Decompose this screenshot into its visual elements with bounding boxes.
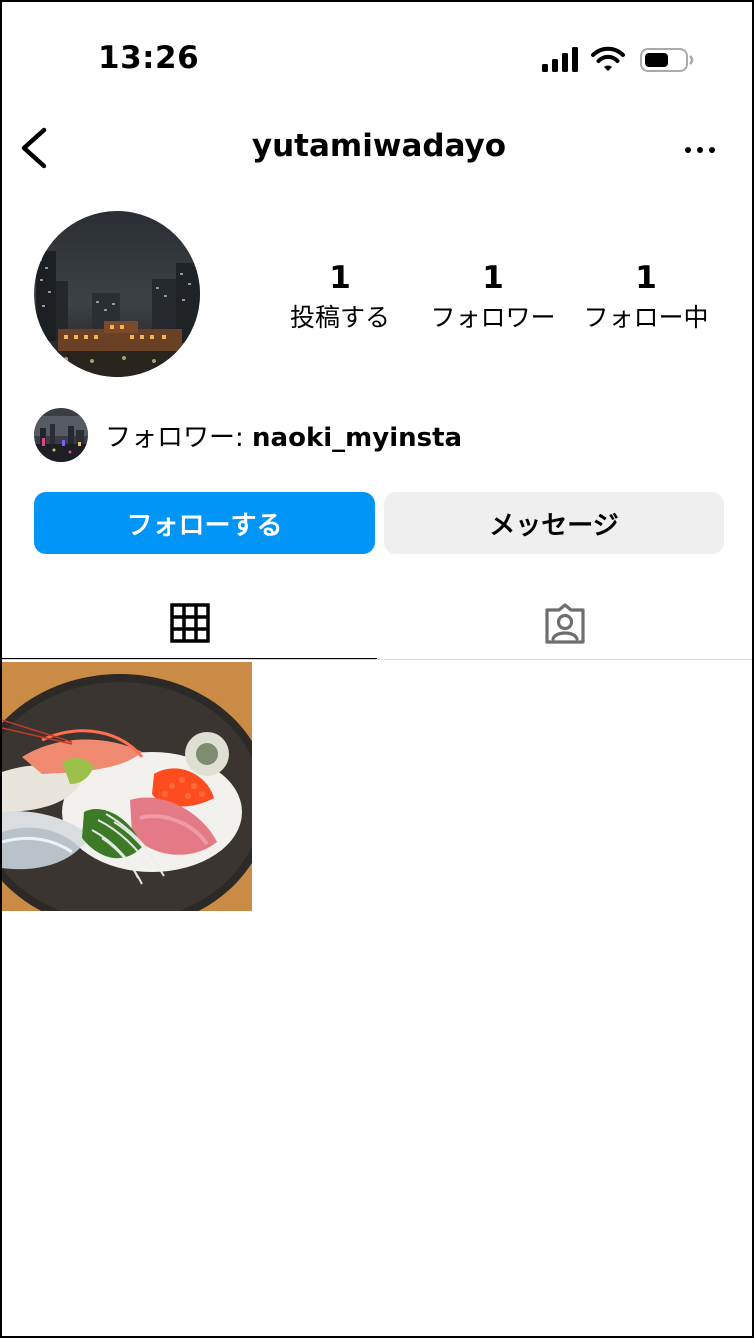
grid-icon — [169, 603, 210, 643]
stat-posts-count: 1 — [329, 260, 351, 296]
status-time: 13:26 — [98, 40, 200, 76]
followed-by-row[interactable]: フォロワー: naoki_myinsta — [34, 407, 462, 463]
follower-avatar — [34, 408, 88, 462]
tab-posts-grid[interactable] — [2, 588, 377, 660]
followed-by-text: フォロワー: naoki_myinsta — [105, 417, 462, 454]
profile-avatar[interactable] — [34, 211, 200, 377]
tagged-person-icon — [544, 603, 585, 644]
battery-icon — [640, 48, 694, 72]
wifi-icon — [591, 46, 625, 71]
followed-by-prefix: フォロワー: — [105, 422, 253, 453]
stat-following[interactable]: 1 フォロー中 — [566, 260, 726, 338]
tab-divider — [2, 659, 752, 660]
more-icon[interactable] — [682, 140, 718, 160]
stat-followers[interactable]: 1 フォロワー — [413, 260, 573, 338]
post-thumbnail[interactable] — [2, 662, 252, 911]
tab-tagged[interactable] — [377, 588, 752, 660]
app-screen: 13:26 yutamiwadayo 1 投稿する 1 フォロワー 1 フォロー… — [0, 0, 754, 1338]
stat-following-count: 1 — [635, 260, 657, 296]
stat-posts[interactable]: 1 投稿する — [260, 260, 420, 338]
stat-following-label: フォロー中 — [583, 303, 709, 332]
profile-username: yutamiwadayo — [251, 128, 507, 164]
message-button[interactable]: メッセージ — [384, 492, 724, 554]
stat-followers-count: 1 — [482, 260, 504, 296]
followed-by-name[interactable]: naoki_myinsta — [252, 423, 462, 453]
follow-button[interactable]: フォローする — [34, 492, 375, 554]
stat-followers-label: フォロワー — [430, 303, 556, 332]
signal-icon — [542, 47, 578, 72]
stat-posts-label: 投稿する — [289, 303, 390, 332]
status-icons — [542, 46, 694, 72]
